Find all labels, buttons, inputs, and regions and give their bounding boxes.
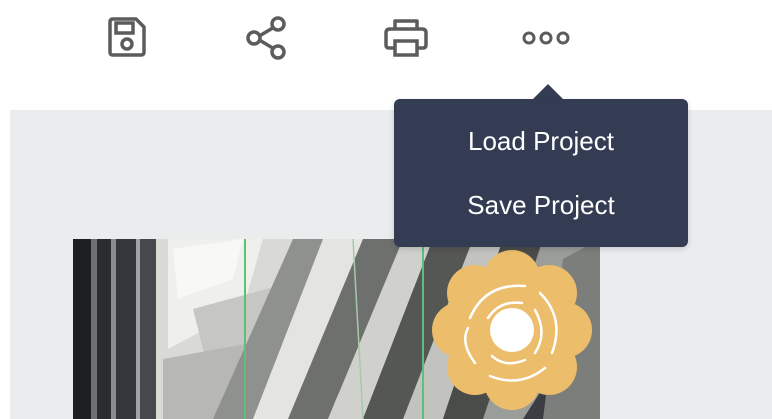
toolbar xyxy=(0,0,772,100)
print-button[interactable] xyxy=(382,14,430,62)
load-project-menu-item[interactable]: Load Project xyxy=(394,115,688,167)
more-options-button[interactable] xyxy=(522,14,570,62)
more-options-menu: Load Project Save Project xyxy=(394,99,688,247)
flower-icon xyxy=(432,250,592,410)
flower-sticker[interactable] xyxy=(430,248,595,413)
share-icon xyxy=(246,16,286,60)
printer-icon xyxy=(384,19,428,57)
floppy-disk-icon xyxy=(108,17,146,57)
menu-caret xyxy=(532,84,564,100)
more-dots-icon xyxy=(522,31,570,45)
save-project-menu-item[interactable]: Save Project xyxy=(394,179,688,231)
share-button[interactable] xyxy=(242,14,290,62)
save-button[interactable] xyxy=(103,14,151,62)
